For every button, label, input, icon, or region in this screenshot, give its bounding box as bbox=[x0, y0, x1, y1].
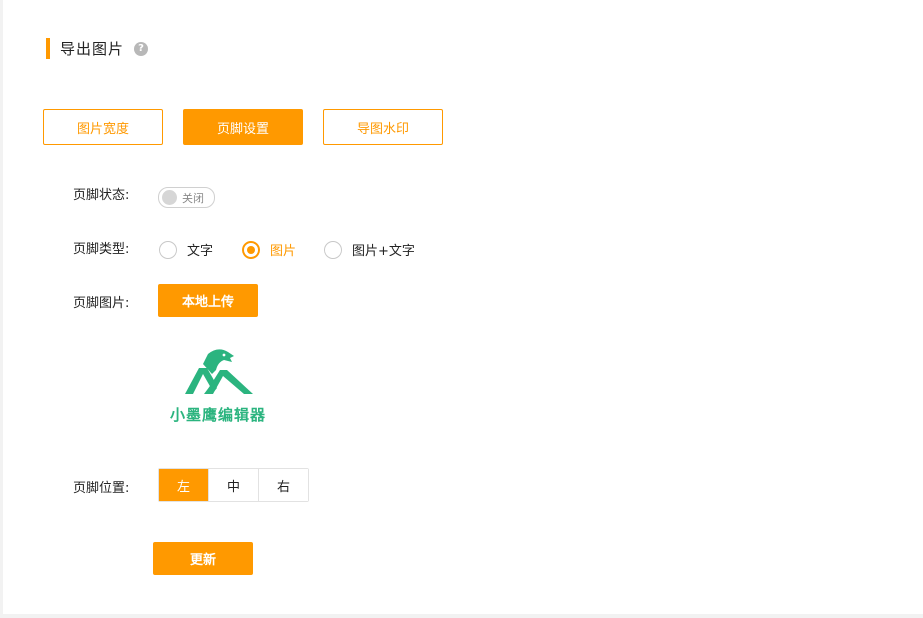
question-circle-icon[interactable]: ? bbox=[134, 41, 149, 56]
page-title: 导出图片 bbox=[60, 40, 125, 58]
tab-footer-settings[interactable]: 页脚设置 bbox=[183, 109, 303, 145]
radio-label: 图片+文字 bbox=[352, 244, 415, 259]
footer-position-selector: 左 中 右 bbox=[158, 468, 309, 502]
footer-type-label: 页脚类型: bbox=[73, 242, 130, 257]
position-left[interactable]: 左 bbox=[159, 469, 208, 501]
footer-position-label: 页脚位置: bbox=[73, 481, 130, 496]
accent-bar bbox=[46, 38, 50, 59]
toggle-text: 关闭 bbox=[182, 191, 204, 205]
radio-circle bbox=[159, 240, 177, 259]
radio-label: 文字 bbox=[187, 244, 214, 259]
footer-image-label: 页脚图片: bbox=[73, 296, 130, 311]
radio-circle bbox=[324, 240, 342, 259]
local-upload-button[interactable]: 本地上传 bbox=[158, 284, 258, 317]
export-image-panel: 导出图片 ? 图片宽度 页脚设置 导图水印 页脚状态: 关闭 页脚类型: 文字 … bbox=[3, 0, 923, 614]
footer-status-label: 页脚状态: bbox=[73, 188, 130, 203]
radio-dot bbox=[247, 245, 255, 254]
footer-logo-image: 小墨鹰编辑器 bbox=[160, 344, 278, 428]
tab-image-width[interactable]: 图片宽度 bbox=[43, 109, 163, 145]
position-center[interactable]: 中 bbox=[208, 469, 258, 501]
radio-circle bbox=[242, 240, 260, 259]
toggle-knob bbox=[162, 190, 177, 205]
logo-text: 小墨鹰编辑器 bbox=[170, 406, 266, 424]
position-right[interactable]: 右 bbox=[258, 469, 308, 501]
update-button[interactable]: 更新 bbox=[153, 542, 253, 575]
radio-label: 图片 bbox=[270, 244, 297, 259]
footer-status-toggle[interactable]: 关闭 bbox=[158, 187, 215, 208]
radio-image-text[interactable]: 图片+文字 bbox=[324, 240, 415, 259]
tab-watermark[interactable]: 导图水印 bbox=[323, 109, 443, 145]
eagle-logo-icon: 小墨鹰编辑器 bbox=[170, 349, 266, 424]
radio-text[interactable]: 文字 bbox=[159, 240, 213, 259]
section-header: 导出图片 ? bbox=[46, 38, 149, 59]
radio-image[interactable]: 图片 bbox=[242, 240, 296, 259]
